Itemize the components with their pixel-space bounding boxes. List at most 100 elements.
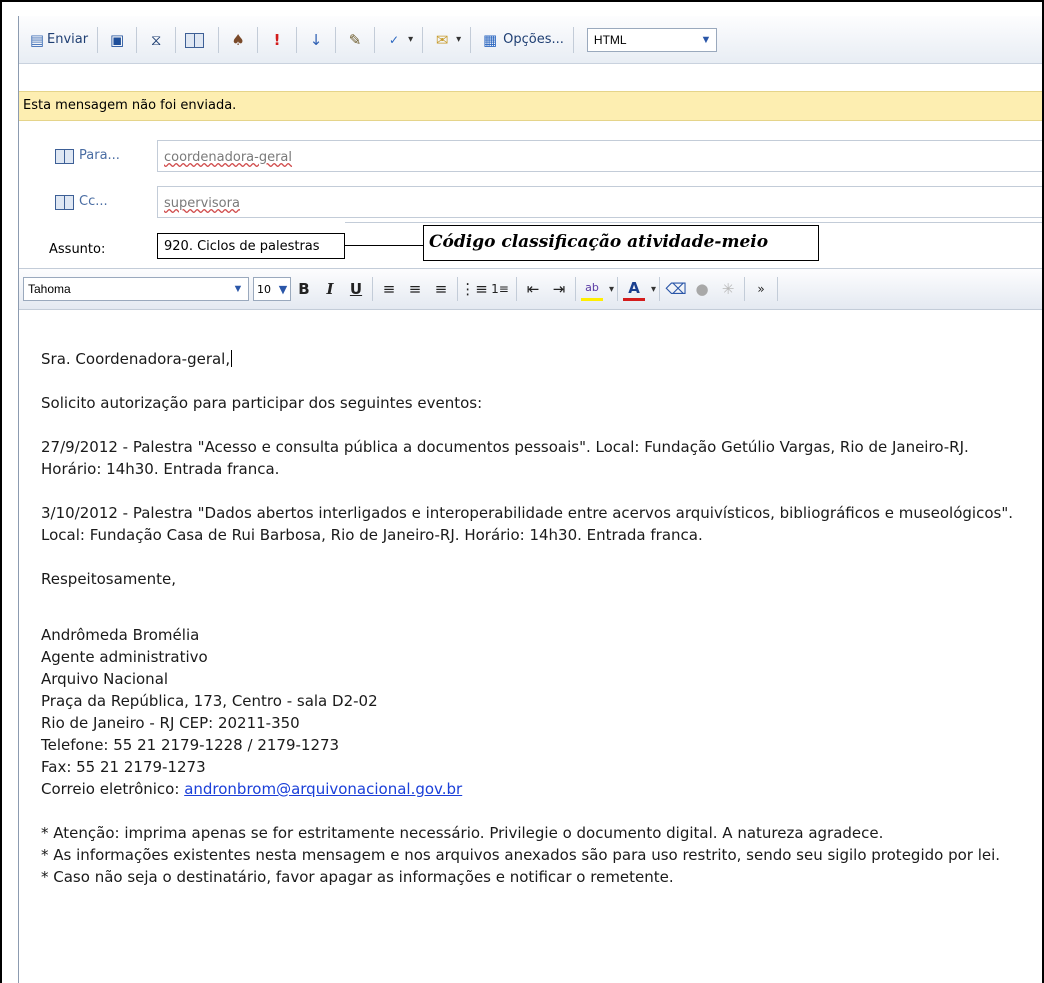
signature-line: Agente administrativo [41, 648, 208, 666]
down-arrow-icon: ↓ [309, 30, 323, 49]
compose-window: ▤ Enviar ▣ ⧖ ♠ ! ↓ ✎ ✓ ▾ ✉ ▾ ▦ Opções...… [18, 16, 1042, 983]
toolbar-separator [575, 277, 576, 301]
chevron-down-icon[interactable]: ▾ [408, 34, 413, 45]
options-icon: ▦ [483, 30, 498, 49]
request-paragraph: Solicito autorização para participar dos… [41, 394, 483, 412]
signature-line: Arquivo Nacional [41, 670, 169, 688]
event-paragraph-2: 3/10/2012 - Palestra "Dados abertos inte… [41, 504, 1013, 544]
options-label: Opções... [503, 32, 564, 47]
check-names-icon: ♠ [231, 30, 245, 49]
bullet-list-icon[interactable]: ⋮≡ [460, 277, 488, 301]
insert-link-icon[interactable]: ● [691, 277, 713, 301]
screenshot-frame: ▤ Enviar ▣ ⧖ ♠ ! ↓ ✎ ✓ ▾ ✉ ▾ ▦ Opções...… [0, 0, 1044, 983]
toolbar-separator [777, 277, 779, 301]
toolbar-separator [136, 26, 138, 53]
closing-line: Respeitosamente, [41, 570, 176, 588]
cc-button-label: Cc... [79, 194, 108, 209]
chevron-down-icon[interactable]: ▾ [456, 34, 461, 45]
address-book-icon [55, 148, 74, 164]
highlight-icon[interactable]: ab [581, 277, 603, 301]
address-book-button[interactable] [181, 25, 213, 55]
address-book-icon [185, 32, 205, 48]
address-book-icon [55, 194, 74, 210]
callout-connector [345, 245, 423, 246]
signature-button[interactable]: ✎ [341, 25, 369, 55]
font-color-icon[interactable]: A [623, 277, 646, 301]
toolbar-separator [470, 26, 472, 53]
align-right-icon[interactable]: ≡ [430, 277, 452, 301]
send-label: Enviar [47, 32, 89, 47]
exclamation-icon: ! [273, 30, 281, 49]
toolbar-separator [218, 26, 220, 53]
subject-field[interactable]: 920. Ciclos de palestras [157, 233, 345, 259]
send-icon: ▤ [29, 30, 45, 49]
check-names-button[interactable]: ♠ [224, 25, 252, 55]
low-importance-button[interactable]: ↓ [302, 25, 330, 55]
increase-indent-icon[interactable]: ⇥ [548, 277, 570, 301]
save-icon: ▣ [109, 30, 125, 49]
toolbar-separator [97, 26, 99, 53]
font-size-select[interactable]: 10 ▼ [253, 277, 291, 301]
greeting-text: Sra. Coordenadora-geral, [41, 350, 231, 368]
chevron-down-icon[interactable]: ▼ [276, 278, 290, 300]
message-format-value: HTML [593, 32, 627, 47]
toolbar-separator [617, 277, 619, 301]
note-line: * As informações existentes nesta mensag… [41, 846, 1001, 864]
signature-line: Rio de Janeiro - RJ CEP: 20211-350 [41, 714, 300, 732]
eraser-icon[interactable]: ⌫ [665, 277, 687, 301]
note-line: * Atenção: imprima apenas se for estrita… [41, 824, 884, 842]
align-center-icon[interactable]: ≡ [404, 277, 426, 301]
toolbar-separator [335, 26, 337, 53]
text-caret [231, 350, 233, 367]
options-button[interactable]: ▦ Opções... [476, 25, 568, 55]
signature-line: Praça da República, 173, Centro - sala D… [41, 692, 378, 710]
toolbar-overflow-icon[interactable]: » [750, 277, 772, 301]
send-button[interactable]: ▤ Enviar [23, 25, 92, 55]
signature-line: Andrômeda Bromélia [41, 626, 200, 644]
signature-line: Fax: 55 21 2179-1273 [41, 758, 206, 776]
envelope-icon: ✉ [435, 30, 449, 49]
message-body[interactable]: Sra. Coordenadora-geral, Solicito autori… [19, 310, 1042, 983]
to-field[interactable]: coordenadora-geral [157, 140, 1042, 172]
note-line: * Caso não seja o destinatário, favor ap… [41, 868, 674, 886]
email-line: Correio eletrônico: andronbrom@arquivona… [41, 778, 1031, 800]
numbered-list-icon[interactable]: 1≡ [489, 277, 511, 301]
high-importance-button[interactable]: ! [263, 25, 291, 55]
message-format-select[interactable]: HTML ▼ [586, 27, 717, 52]
to-row: Para... coordenadora-geral [19, 140, 1042, 174]
cc-field[interactable]: supervisora [157, 186, 1042, 218]
toolbar-separator [296, 26, 298, 53]
toolbar-separator [372, 277, 373, 301]
email-link[interactable]: andronbrom@arquivonacional.gov.br [184, 780, 462, 798]
font-select[interactable]: Tahoma ▼ [23, 277, 249, 301]
chevron-down-icon[interactable]: ▾ [609, 284, 614, 295]
toolbar-separator [422, 26, 424, 53]
attach-button[interactable]: ⧖ [142, 25, 170, 55]
spelling-button[interactable]: ✓ ▾ [380, 25, 417, 55]
chevron-down-icon[interactable]: ▼ [228, 278, 248, 300]
event-paragraph-1: 27/9/2012 - Palestra "Acesso e consulta … [41, 438, 969, 478]
to-button[interactable]: Para... [55, 148, 120, 164]
signature-line: Telefone: 55 21 2179-1228 / 2179-1273 [41, 736, 340, 754]
decrease-indent-icon[interactable]: ⇤ [522, 277, 544, 301]
underline-button[interactable]: U [345, 277, 367, 301]
toolbar-separator [572, 26, 574, 53]
cc-button[interactable]: Cc... [55, 194, 108, 210]
bold-button[interactable]: B [293, 277, 315, 301]
toolbar-separator [744, 277, 746, 301]
toolbar-separator [257, 26, 259, 53]
info-bar-text: Esta mensagem não foi enviada. [23, 98, 237, 113]
subject-label: Assunto: [49, 242, 106, 257]
chevron-down-icon[interactable]: ▾ [651, 284, 656, 295]
toolbar-separator [659, 277, 661, 301]
save-button[interactable]: ▣ [103, 25, 131, 55]
callout-annotation: Código classificação atividade-meio [423, 225, 819, 261]
message-options-button[interactable]: ✉ ▾ [428, 25, 465, 55]
italic-button[interactable]: I [319, 277, 341, 301]
align-left-icon[interactable]: ≡ [378, 277, 400, 301]
remove-link-icon[interactable]: ✳ [717, 277, 739, 301]
toolbar-separator [175, 26, 177, 53]
spellcheck-icon: ✓ [389, 32, 400, 47]
chevron-down-icon[interactable]: ▼ [696, 29, 716, 51]
toolbar-separator [457, 277, 458, 301]
